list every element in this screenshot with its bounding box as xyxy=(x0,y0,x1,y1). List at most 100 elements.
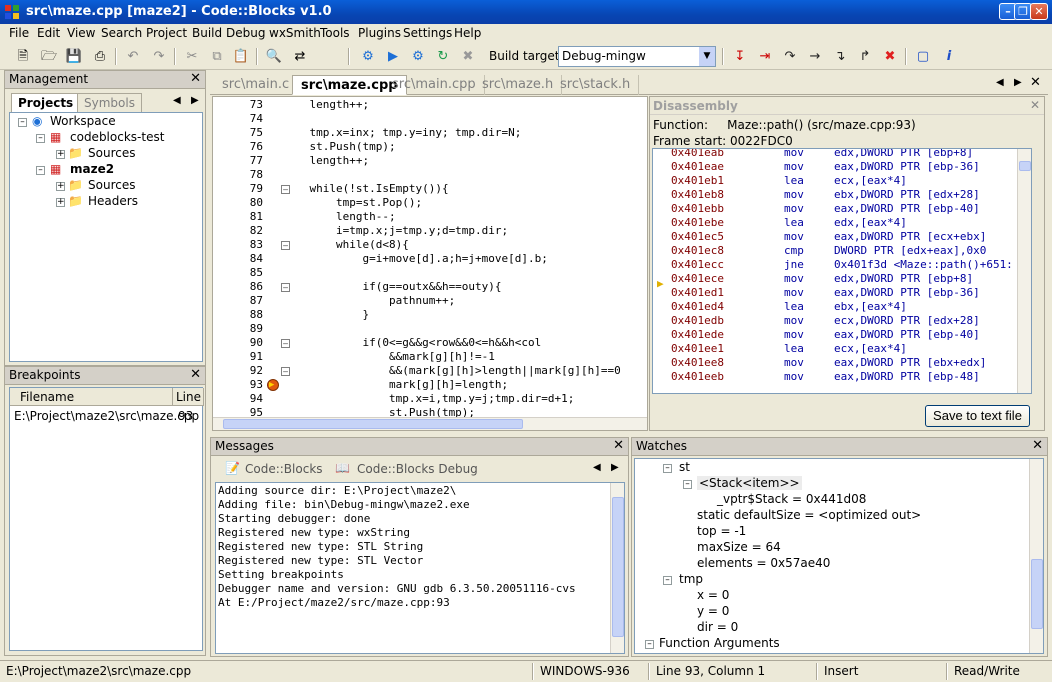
watch-tmp-y[interactable]: y = 0 xyxy=(697,604,729,618)
scroll-left-icon[interactable]: ◀ xyxy=(593,462,601,473)
build-target-select[interactable]: Debug-mingw ▼ xyxy=(558,46,716,67)
collapse-icon[interactable]: – xyxy=(663,464,672,473)
debugger-log[interactable]: Adding source dir: E:\Project\maze2\ Addi… xyxy=(215,482,625,654)
save-icon[interactable]: 💾 xyxy=(64,47,84,66)
asm-row[interactable]: 0x401eae mov eax,DWORD PTR [ebp-36] xyxy=(671,160,1031,173)
asm-row[interactable]: 0x401ede mov eax,DWORD PTR [ebp-40] xyxy=(671,328,1031,341)
new-file-icon[interactable]: 🗎 xyxy=(13,47,33,66)
asm-row[interactable]: 0x401eb8 mov ebx,DWORD PTR [edx+28] xyxy=(671,188,1031,201)
rebuild-icon[interactable]: ↻ xyxy=(433,47,453,66)
collapse-icon[interactable]: – xyxy=(645,640,654,649)
open-folder-icon[interactable]: 🗁 xyxy=(39,47,59,66)
collapse-icon[interactable]: – xyxy=(36,134,45,143)
close-icon[interactable]: ✕ xyxy=(190,367,201,382)
find-icon[interactable]: 🔍 xyxy=(264,47,284,66)
asm-row[interactable]: 0x401eeb mov eax,DWORD PTR [ebp-48] xyxy=(671,370,1031,383)
menu-build[interactable]: Build xyxy=(192,26,222,40)
tab-stack-h[interactable]: src\stack.h xyxy=(552,75,640,95)
asm-row[interactable]: 0x401ec5 mov eax,DWORD PTR [ecx+ebx] xyxy=(671,230,1031,243)
tree-maze2[interactable]: maze2 xyxy=(70,162,114,176)
watch-maxsize[interactable]: maxSize = 64 xyxy=(697,540,781,554)
save-to-text-file-button[interactable]: Save to text file xyxy=(925,405,1030,427)
tab-codeblocks-debug[interactable]: Code::Blocks Debug xyxy=(357,462,478,476)
collapse-icon[interactable]: – xyxy=(18,118,27,127)
tab-main-c[interactable]: src\main.c xyxy=(214,75,299,95)
tab-projects[interactable]: Projects xyxy=(11,93,81,112)
scroll-left-icon[interactable]: ◀ xyxy=(173,95,181,106)
menu-search[interactable]: Search xyxy=(101,26,142,40)
close-icon[interactable]: ✕ xyxy=(1030,98,1040,112)
tree-workspace[interactable]: Workspace xyxy=(50,114,116,128)
print-icon[interactable]: ⎙ xyxy=(90,47,110,66)
close-icon[interactable]: ✕ xyxy=(1030,75,1041,90)
column-filename[interactable]: Filename xyxy=(10,388,173,406)
menu-project[interactable]: Project xyxy=(146,26,187,40)
cut-icon[interactable]: ✂ xyxy=(182,47,202,66)
scroll-right-icon[interactable]: ▶ xyxy=(611,462,619,473)
abort-icon[interactable]: ✖ xyxy=(458,47,478,66)
menu-tools[interactable]: Tools xyxy=(320,26,350,40)
tab-maze-h[interactable]: src\maze.h xyxy=(474,75,563,95)
menu-view[interactable]: View xyxy=(67,26,95,40)
asm-row[interactable]: 0x401eab mov edx,DWORD PTR [ebp+8] xyxy=(671,149,1031,159)
watch-function-arguments[interactable]: Function Arguments xyxy=(659,636,780,650)
scroll-right-icon[interactable]: ▶ xyxy=(191,95,199,106)
asm-row[interactable]: 0x401ed1 mov eax,DWORD PTR [ebp-36] xyxy=(671,286,1031,299)
asm-row[interactable]: 0x401ee1 lea ecx,[eax*4] xyxy=(671,342,1031,355)
watch-stack-type[interactable]: <Stack<item>> xyxy=(697,476,802,490)
close-icon[interactable]: ✕ xyxy=(613,438,624,453)
table-row[interactable]: E:\Project\maze2\src\maze.cpp 93 xyxy=(10,407,204,424)
expand-icon[interactable]: + xyxy=(56,198,65,207)
asm-row[interactable]: 0x401eb1 lea ecx,[eax*4] xyxy=(671,174,1031,187)
step-into-icon[interactable]: ↴ xyxy=(830,47,850,66)
next-line-icon[interactable]: ↷ xyxy=(780,47,800,66)
tree-sources-maze2[interactable]: Sources xyxy=(88,178,135,192)
run-icon[interactable]: ▶ xyxy=(383,47,403,66)
tab-symbols[interactable]: Symbols xyxy=(77,93,142,112)
replace-icon[interactable]: ⇄ xyxy=(290,47,310,66)
collapse-icon[interactable]: – xyxy=(663,576,672,585)
stop-debugger-icon[interactable]: ✖ xyxy=(880,47,900,66)
column-line[interactable]: Line xyxy=(173,388,204,406)
asm-row[interactable]: 0x401ed4 lea ebx,[eax*4] xyxy=(671,300,1031,313)
build-run-icon[interactable]: ⚙ xyxy=(408,47,428,66)
menu-help[interactable]: Help xyxy=(454,26,481,40)
menu-plugins[interactable]: Plugins xyxy=(358,26,401,40)
watch-defaultsize[interactable]: static defaultSize = <optimized out> xyxy=(697,508,921,522)
debug-start-icon[interactable]: ↧ xyxy=(730,47,750,66)
asm-row[interactable]: 0x401ee8 mov eax,DWORD PTR [ebx+edx] xyxy=(671,356,1031,369)
copy-icon[interactable]: ⧉ xyxy=(207,47,227,66)
asm-row[interactable]: 0x401ece mov edx,DWORD PTR [ebp+8] xyxy=(671,272,1031,285)
info-icon[interactable]: i xyxy=(939,47,959,66)
watch-vptr[interactable]: _vptr$Stack = 0x441d08 xyxy=(717,492,866,506)
close-button[interactable]: ✕ xyxy=(1030,3,1048,20)
watches-tree[interactable]: – st – <Stack<item>> _vptr$Stack = 0x441… xyxy=(634,458,1044,654)
editor-horizontal-scrollbar[interactable] xyxy=(213,417,647,430)
build-gear-icon[interactable]: ⚙ xyxy=(358,47,378,66)
asm-row[interactable]: 0x401edb mov ecx,DWORD PTR [edx+28] xyxy=(671,314,1031,327)
messages-vertical-scrollbar[interactable] xyxy=(610,483,624,653)
collapse-icon[interactable]: – xyxy=(683,480,692,489)
asm-row[interactable]: 0x401ebb mov eax,DWORD PTR [ebp-40] xyxy=(671,202,1031,215)
scroll-left-icon[interactable]: ◀ xyxy=(996,77,1004,88)
expand-icon[interactable]: + xyxy=(56,182,65,191)
tree-codeblocks-test[interactable]: codeblocks-test xyxy=(70,130,164,144)
redo-icon[interactable]: ↷ xyxy=(149,47,169,66)
expand-icon[interactable]: + xyxy=(56,150,65,159)
watch-st[interactable]: st xyxy=(679,460,690,474)
run-to-cursor-icon[interactable]: ⇥ xyxy=(755,47,775,66)
asm-row[interactable]: 0x401ebe lea edx,[eax*4] xyxy=(671,216,1031,229)
menu-file[interactable]: File xyxy=(9,26,29,40)
asm-row[interactable]: 0x401ec8 cmp DWORD PTR [edx+eax],0x0 xyxy=(671,244,1031,257)
tree-headers[interactable]: Headers xyxy=(88,194,138,208)
step-out-icon[interactable]: ↱ xyxy=(855,47,875,66)
watch-elements[interactable]: elements = 0x57ae40 xyxy=(697,556,830,570)
disassembly-list[interactable]: 0x401eab mov edx,DWORD PTR [ebp+8] 0x401eae… xyxy=(652,148,1032,394)
tab-codeblocks[interactable]: Code::Blocks xyxy=(245,462,323,476)
menu-wxsmith[interactable]: wxSmith xyxy=(269,26,321,40)
next-instruction-icon[interactable]: → xyxy=(805,47,825,66)
tab-main-cpp[interactable]: src\main.cpp xyxy=(384,75,485,95)
watch-tmp[interactable]: tmp xyxy=(679,572,703,586)
watch-top[interactable]: top = -1 xyxy=(697,524,746,538)
disassembly-vertical-scrollbar[interactable] xyxy=(1017,149,1031,393)
